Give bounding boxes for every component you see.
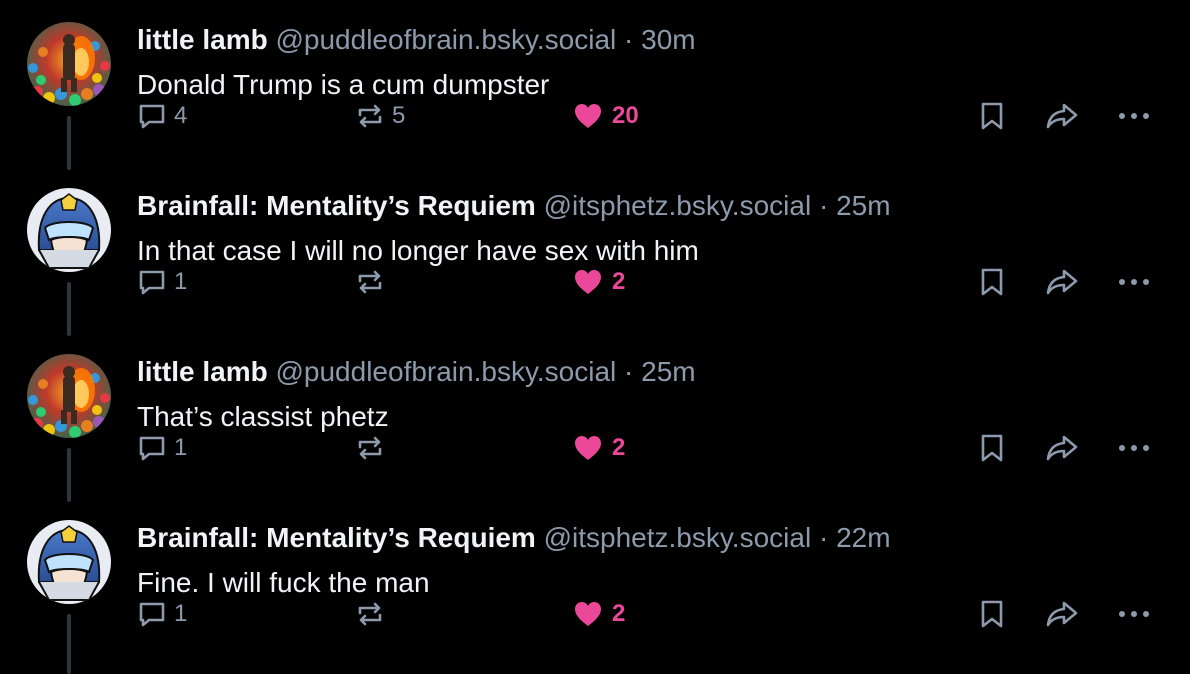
post-timestamp[interactable]: 22m xyxy=(836,522,890,553)
heart-icon xyxy=(575,602,601,626)
author-name[interactable]: Brainfall: Mentality’s Requiem xyxy=(137,522,536,553)
separator-dot: · xyxy=(818,522,829,553)
post-header: Brainfall: Mentality’s Requiem @itsphetz… xyxy=(137,520,891,556)
reply-button[interactable]: 1 xyxy=(136,262,187,302)
post-actions: 1 2 xyxy=(0,428,1190,468)
share-button[interactable] xyxy=(1044,96,1080,136)
speech-bubble-icon xyxy=(139,602,165,627)
like-button[interactable]: 2 xyxy=(572,428,625,468)
like-count: 20 xyxy=(612,102,639,129)
avatar[interactable] xyxy=(27,188,111,272)
author-handle[interactable]: @itsphetz.bsky.social xyxy=(544,522,812,553)
author-handle[interactable]: @itsphetz.bsky.social xyxy=(544,190,812,221)
like-count: 2 xyxy=(612,268,626,295)
avatar[interactable] xyxy=(27,22,111,106)
avatar[interactable] xyxy=(27,520,111,604)
repost-arrows-icon xyxy=(358,104,382,128)
post-actions: 4 5 20 xyxy=(0,96,1190,136)
heart-icon xyxy=(575,436,601,460)
share-arrow-icon xyxy=(1046,103,1078,129)
repost-arrows-icon xyxy=(358,436,382,460)
post-item[interactable]: Brainfall: Mentality’s Requiem @itsphetz… xyxy=(0,166,1190,336)
post-item[interactable]: little lamb @puddleofbrain.bsky.social ·… xyxy=(0,0,1190,170)
post-timestamp[interactable]: 30m xyxy=(641,24,695,55)
share-button[interactable] xyxy=(1044,594,1080,634)
author-name[interactable]: little lamb xyxy=(137,24,268,55)
bookmark-icon xyxy=(981,600,1003,628)
post-item[interactable]: little lamb @puddleofbrain.bsky.social ·… xyxy=(0,332,1190,502)
post-actions: 1 2 xyxy=(0,594,1190,634)
more-options-button[interactable] xyxy=(1116,96,1152,136)
reply-count: 1 xyxy=(174,600,188,627)
share-arrow-icon xyxy=(1046,269,1078,295)
ellipsis-icon xyxy=(1119,279,1149,285)
author-name[interactable]: little lamb xyxy=(137,356,268,387)
author-handle[interactable]: @puddleofbrain.bsky.social xyxy=(275,356,616,387)
reply-count: 1 xyxy=(174,268,188,295)
ellipsis-icon xyxy=(1119,113,1149,119)
like-count: 2 xyxy=(612,434,626,461)
more-options-button[interactable] xyxy=(1116,262,1152,302)
ellipsis-icon xyxy=(1119,445,1149,451)
helmet-avatar-icon xyxy=(27,520,111,604)
more-options-button[interactable] xyxy=(1116,594,1152,634)
share-arrow-icon xyxy=(1046,601,1078,627)
post-thread: little lamb @puddleofbrain.bsky.social ·… xyxy=(0,0,1190,674)
post-header: little lamb @puddleofbrain.bsky.social ·… xyxy=(137,354,696,390)
speech-bubble-icon xyxy=(139,436,165,461)
post-item[interactable]: Brainfall: Mentality’s Requiem @itsphetz… xyxy=(0,498,1190,674)
reply-button[interactable]: 4 xyxy=(136,96,187,136)
author-handle[interactable]: @puddleofbrain.bsky.social xyxy=(275,24,616,55)
bookmark-button[interactable] xyxy=(978,428,1006,468)
share-button[interactable] xyxy=(1044,428,1080,468)
share-button[interactable] xyxy=(1044,262,1080,302)
post-actions: 1 2 xyxy=(0,262,1190,302)
repost-button[interactable] xyxy=(354,262,392,302)
repost-button[interactable] xyxy=(354,428,392,468)
speech-bubble-icon xyxy=(139,104,165,129)
repost-count: 5 xyxy=(392,102,406,129)
bookmark-icon xyxy=(981,434,1003,462)
like-button[interactable]: 2 xyxy=(572,594,625,634)
reply-button[interactable]: 1 xyxy=(136,594,187,634)
avatar[interactable] xyxy=(27,354,111,438)
repost-arrows-icon xyxy=(358,602,382,626)
like-count: 2 xyxy=(612,600,626,627)
speech-bubble-icon xyxy=(139,270,165,295)
repost-button[interactable] xyxy=(354,594,392,634)
like-button[interactable]: 20 xyxy=(572,96,639,136)
bookmark-icon xyxy=(981,268,1003,296)
post-header: little lamb @puddleofbrain.bsky.social ·… xyxy=(137,22,696,58)
post-timestamp[interactable]: 25m xyxy=(641,356,695,387)
post-timestamp[interactable]: 25m xyxy=(836,190,890,221)
heart-icon xyxy=(575,270,601,294)
reply-count: 4 xyxy=(174,102,188,129)
separator-dot: · xyxy=(624,356,634,387)
bookmark-button[interactable] xyxy=(978,594,1006,634)
share-arrow-icon xyxy=(1046,435,1078,461)
repost-arrows-icon xyxy=(358,270,382,294)
bookmark-button[interactable] xyxy=(978,262,1006,302)
helmet-avatar-icon xyxy=(27,188,111,272)
separator-dot: · xyxy=(818,190,829,221)
more-options-button[interactable] xyxy=(1116,428,1152,468)
author-name[interactable]: Brainfall: Mentality’s Requiem xyxy=(137,190,536,221)
separator-dot: · xyxy=(624,24,634,55)
repost-button[interactable]: 5 xyxy=(354,96,405,136)
ellipsis-icon xyxy=(1119,611,1149,617)
heart-icon xyxy=(575,104,601,128)
lamb-avatar-icon xyxy=(27,354,111,438)
reply-button[interactable]: 1 xyxy=(136,428,187,468)
bookmark-button[interactable] xyxy=(978,96,1006,136)
like-button[interactable]: 2 xyxy=(572,262,625,302)
lamb-avatar-icon xyxy=(27,22,111,106)
bookmark-icon xyxy=(981,102,1003,130)
reply-count: 1 xyxy=(174,434,188,461)
post-header: Brainfall: Mentality’s Requiem @itsphetz… xyxy=(137,188,891,224)
